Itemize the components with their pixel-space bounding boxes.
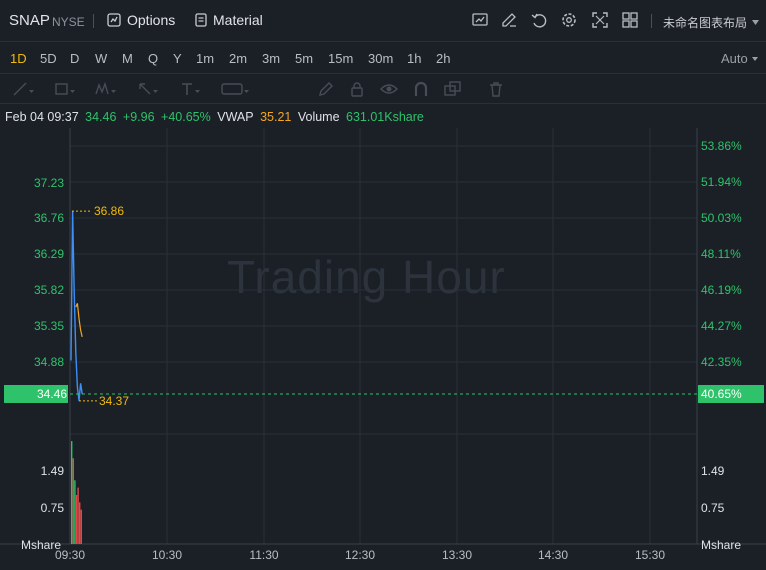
volume-unit-right: Mshare bbox=[701, 538, 741, 552]
rectangle-icon[interactable] bbox=[54, 81, 75, 97]
exchange-label: NYSE bbox=[52, 15, 85, 29]
period-d[interactable]: D bbox=[70, 51, 79, 66]
volume-tick-label-left: 1.49 bbox=[41, 464, 65, 478]
volume-bar bbox=[74, 480, 76, 544]
percent-tick-label: 48.11% bbox=[701, 247, 741, 261]
material-icon bbox=[195, 13, 207, 27]
quote-datetime: Feb 04 09:37 bbox=[5, 110, 79, 124]
period-2m[interactable]: 2m bbox=[229, 51, 247, 66]
layout-name: 未命名图表布局 bbox=[663, 16, 748, 30]
percent-tick-label: 42.35% bbox=[701, 355, 742, 369]
current-pct-badge-label: 40.65% bbox=[701, 387, 742, 401]
eye-icon[interactable] bbox=[380, 81, 398, 97]
volume-bar bbox=[77, 487, 79, 544]
period-5d[interactable]: 5D bbox=[40, 51, 57, 66]
percent-tick-label: 46.19% bbox=[701, 283, 742, 297]
time-tick-label: 10:30 bbox=[152, 548, 182, 562]
period-w[interactable]: W bbox=[95, 51, 107, 66]
symbol-label[interactable]: SNAP bbox=[9, 12, 50, 29]
price-label-icon[interactable] bbox=[221, 81, 249, 97]
lock-icon[interactable] bbox=[349, 81, 365, 97]
period-y[interactable]: Y bbox=[173, 51, 182, 66]
quote-change-pct: +40.65% bbox=[161, 110, 211, 124]
volume-tick-label-left: 0.75 bbox=[41, 501, 65, 515]
price-tick-label: 36.76 bbox=[34, 211, 64, 225]
volume-value: 631.01Kshare bbox=[346, 110, 424, 124]
percent-tick-label: 50.03% bbox=[701, 211, 742, 225]
volume-tick-label-right: 0.75 bbox=[701, 501, 725, 515]
current-price-badge-label: 34.46 bbox=[37, 387, 67, 401]
divider bbox=[93, 14, 94, 28]
vwap-label: VWAP bbox=[217, 110, 254, 124]
layout-grid-icon[interactable] bbox=[621, 11, 641, 31]
undo-icon[interactable] bbox=[530, 11, 550, 31]
price-tick-label: 34.88 bbox=[34, 355, 64, 369]
low-marker-label: 34.37 bbox=[99, 394, 129, 408]
time-tick-label: 11:30 bbox=[249, 548, 278, 562]
period-1d[interactable]: 1D bbox=[10, 51, 27, 66]
period-q[interactable]: Q bbox=[148, 51, 158, 66]
percent-tick-label: 53.86% bbox=[701, 139, 742, 153]
arrow-icon[interactable] bbox=[137, 81, 158, 97]
volume-tick-label-right: 1.49 bbox=[701, 464, 725, 478]
scale-mode-selector[interactable]: Auto bbox=[721, 51, 748, 66]
top-toolbar: SNAP NYSE Options Material 未命名图表布局 bbox=[0, 0, 766, 42]
chevron-down-icon bbox=[752, 57, 758, 61]
high-marker-label: 36.86 bbox=[94, 204, 124, 218]
layers-icon[interactable] bbox=[444, 81, 461, 97]
period-30m[interactable]: 30m bbox=[368, 51, 393, 66]
time-tick-label: 14:30 bbox=[538, 548, 568, 562]
period-1m[interactable]: 1m bbox=[196, 51, 214, 66]
pencil-icon[interactable] bbox=[318, 81, 334, 97]
time-tick-label: 12:30 bbox=[345, 548, 375, 562]
options-button[interactable]: Options bbox=[107, 12, 175, 28]
material-button[interactable]: Material bbox=[195, 12, 263, 28]
time-tick-label: 09:30 bbox=[55, 548, 85, 562]
layout-selector[interactable]: 未命名图表布局 bbox=[663, 14, 760, 31]
price-tick-label: 35.82 bbox=[34, 283, 64, 297]
material-label: Material bbox=[213, 12, 263, 28]
period-2h[interactable]: 2h bbox=[436, 51, 450, 66]
volume-bar bbox=[72, 458, 74, 544]
price-tick-label: 37.23 bbox=[34, 176, 64, 190]
intraday-chart[interactable]: 37.23 36.76 36.29 35.82 35.35 34.88 53.86% 51.9… bbox=[0, 128, 766, 570]
trend-line-icon[interactable] bbox=[12, 81, 34, 97]
pattern-icon[interactable] bbox=[95, 81, 116, 97]
drawing-toolbar bbox=[0, 74, 766, 104]
period-bar: 1D 5D D W M Q Y 1m 2m 3m 5m 15m 30m 1h 2… bbox=[0, 42, 766, 74]
volume-bar bbox=[79, 502, 81, 544]
volume-bar bbox=[71, 441, 73, 544]
price-tick-label: 35.35 bbox=[34, 319, 64, 333]
chart-type-icon[interactable] bbox=[471, 11, 491, 31]
quote-change: +9.96 bbox=[122, 110, 155, 124]
options-label: Options bbox=[127, 12, 176, 28]
time-tick-label: 15:30 bbox=[635, 548, 665, 562]
quote-price: 34.46 bbox=[85, 110, 117, 124]
vwap-value: 35.21 bbox=[260, 110, 292, 124]
period-5m[interactable]: 5m bbox=[295, 51, 313, 66]
period-15m[interactable]: 15m bbox=[328, 51, 353, 66]
time-tick-label: 13:30 bbox=[442, 548, 472, 562]
percent-tick-label: 51.94% bbox=[701, 175, 742, 189]
price-tick-label: 36.29 bbox=[34, 247, 64, 261]
options-icon bbox=[107, 13, 121, 27]
trash-icon[interactable] bbox=[488, 81, 504, 97]
settings-icon[interactable] bbox=[560, 11, 580, 31]
edit-icon[interactable] bbox=[500, 11, 520, 31]
percent-tick-label: 44.27% bbox=[701, 319, 742, 333]
period-1h[interactable]: 1h bbox=[407, 51, 421, 66]
quote-info-bar: Feb 04 09:37 34.46 +9.96 +40.65% VWAP 35… bbox=[5, 110, 427, 124]
volume-label: Volume bbox=[297, 110, 340, 124]
period-m[interactable]: M bbox=[122, 51, 133, 66]
volume-bar bbox=[80, 509, 82, 544]
volume-bar bbox=[75, 495, 78, 544]
period-3m[interactable]: 3m bbox=[262, 51, 280, 66]
fullscreen-icon[interactable] bbox=[591, 11, 611, 31]
vwap-series-line bbox=[75, 303, 83, 338]
chevron-down-icon bbox=[752, 20, 760, 25]
divider bbox=[651, 14, 652, 28]
magnet-icon[interactable] bbox=[413, 81, 429, 97]
text-icon[interactable] bbox=[179, 81, 200, 97]
